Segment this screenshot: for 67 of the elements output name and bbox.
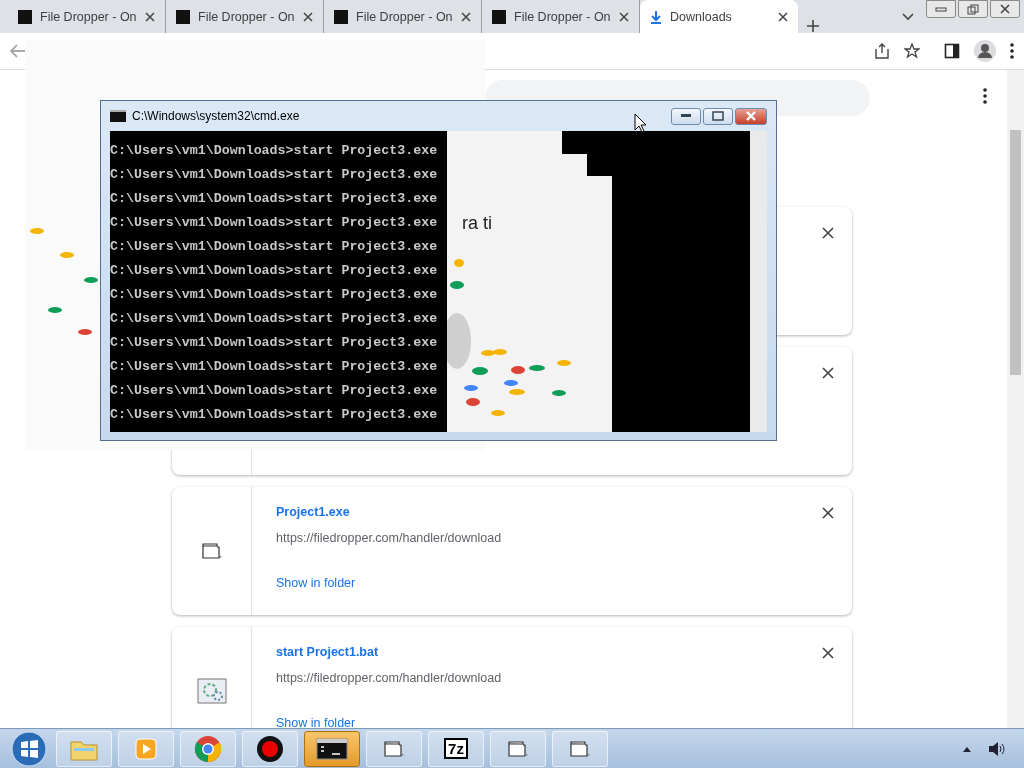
start-button[interactable] (8, 729, 50, 768)
more-icon[interactable] (983, 88, 987, 104)
console-line: C:\Users\vm1\Downloads>start Project3.exe (110, 166, 438, 184)
menu-icon[interactable] (1010, 43, 1014, 59)
console-line: C:\Users\vm1\Downloads>start Project3.exe (110, 334, 438, 352)
console-line: C:\Users\vm1\Downloads>start Project3.exe (110, 310, 438, 328)
close-tab-icon[interactable] (778, 11, 788, 22)
file-name-link[interactable]: Project1.exe (276, 505, 350, 519)
close-icon (745, 111, 757, 121)
restore-icon[interactable] (958, 0, 988, 18)
console-line: C:\Users\vm1\Downloads>start Project3.exe (110, 262, 438, 280)
taskbar-button[interactable]: 7z (428, 730, 484, 767)
minimize-button[interactable] (671, 107, 701, 125)
overlay-text: ra ti (462, 213, 492, 234)
browser-tab[interactable]: File Dropper - On (482, 0, 640, 33)
site-favicon (18, 9, 32, 24)
tab-search-icon[interactable] (902, 13, 914, 21)
close-icon[interactable] (990, 0, 1020, 18)
window-icon (383, 738, 405, 759)
site-favicon (176, 9, 190, 24)
media-player-icon (133, 735, 159, 762)
window-icon (507, 738, 529, 759)
bookmark-star-icon[interactable] (904, 43, 920, 59)
console-line: C:\Users\vm1\Downloads>start Project3.exe (110, 406, 438, 424)
console-line: C:\Users\vm1\Downloads>start Project3.exe (110, 238, 438, 256)
side-panel-icon[interactable] (944, 43, 960, 59)
source-url: https://filedropper.com/handler/download (276, 671, 502, 685)
file-name-link[interactable]: start Project1.bat (276, 645, 379, 659)
show-in-folder-link[interactable]: Show in folder (276, 576, 356, 590)
maximize-icon (712, 111, 724, 121)
minimize-icon (681, 114, 691, 118)
close-tab-icon[interactable] (145, 11, 155, 22)
show-in-folder-link[interactable]: Show in folder (276, 716, 356, 728)
browser-tab[interactable]: File Dropper - On (166, 0, 324, 33)
browser-tab[interactable]: Downloads (640, 0, 798, 33)
profile-icon[interactable] (974, 40, 996, 62)
window-icon (569, 738, 591, 759)
share-icon[interactable] (874, 43, 890, 59)
speaker-icon[interactable] (988, 740, 1006, 757)
chrome-icon (194, 734, 222, 763)
site-favicon (492, 9, 506, 24)
browser-tab[interactable]: File Dropper - On (8, 0, 166, 33)
site-favicon (334, 9, 348, 24)
minimize-icon[interactable] (926, 0, 956, 18)
console-line: C:\Users\vm1\Downloads>start Project3.exe (110, 142, 438, 160)
download-icon (650, 9, 662, 24)
record-icon (256, 734, 284, 763)
new-tab-icon[interactable] (806, 19, 820, 33)
archive-logo: 7z (444, 738, 468, 759)
console-line: C:\Users\vm1\Downloads>start Project3.exe (110, 190, 438, 208)
window-title: C:\Windows\system32\cmd.exe (132, 109, 300, 123)
console-line: C:\Users\vm1\Downloads>start Project3.exe (110, 382, 438, 400)
close-tab-icon[interactable] (461, 11, 471, 22)
program-icon (200, 541, 223, 561)
close-tab-icon[interactable] (619, 11, 629, 22)
console-line: C:\Users\vm1\Downloads>start Project3.exe (110, 214, 438, 232)
close-tab-icon[interactable] (303, 11, 313, 22)
console-line: C:\Users\vm1\Downloads>start Project3.exe (110, 286, 438, 304)
maximize-button[interactable] (703, 107, 733, 125)
browser-tab[interactable]: File Dropper - On (324, 0, 482, 33)
console-icon (110, 110, 126, 122)
taskbar-button[interactable] (304, 730, 360, 767)
source-url: https://filedropper.com/handler/download (276, 531, 502, 545)
console-line: C:\Users\vm1\Downloads>start Project3.exe (110, 358, 438, 376)
close-button[interactable] (735, 107, 767, 125)
batch-file-icon (196, 678, 227, 704)
terminal-icon (316, 737, 348, 760)
